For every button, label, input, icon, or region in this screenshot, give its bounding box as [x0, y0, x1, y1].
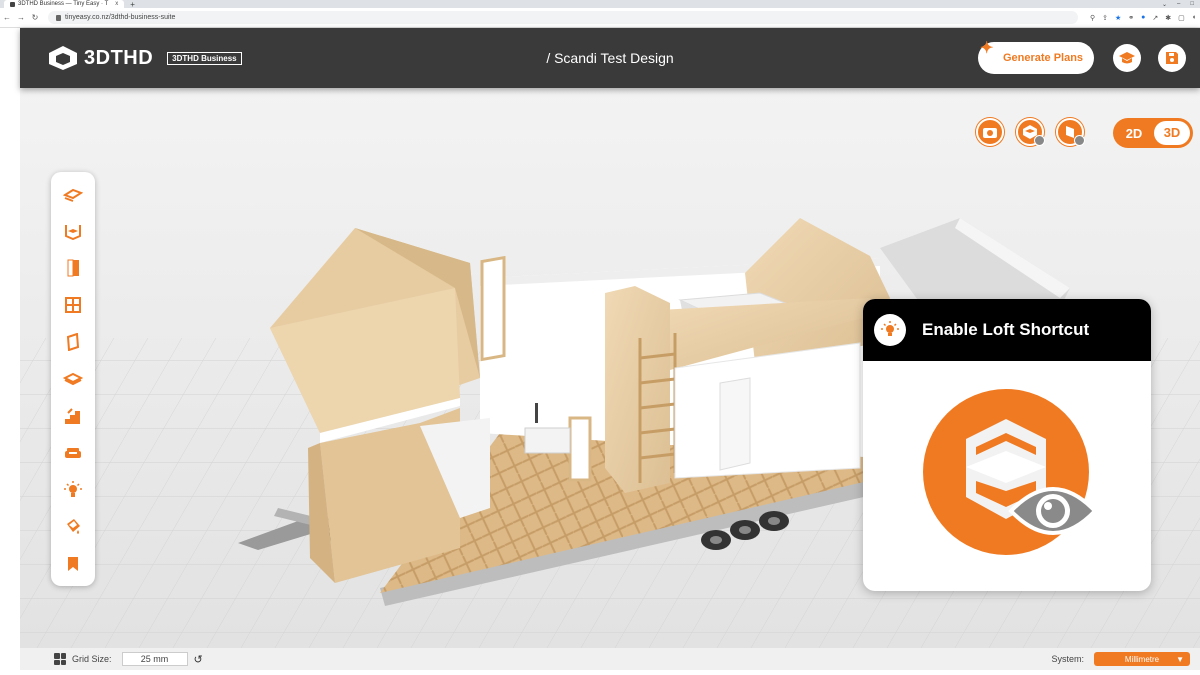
browser-tab-title: 3DTHD Business — Tiny Easy · T: [18, 1, 109, 7]
browser-tab-bar: 3DTHD Business — Tiny Easy · T x + ⌄ – □: [0, 0, 1200, 9]
eye-badge-icon: [1034, 135, 1045, 146]
light-icon: [64, 481, 82, 497]
wall-panel-tool[interactable]: [63, 332, 83, 352]
grid-size-input[interactable]: 25 mm: [121, 652, 188, 666]
zoom-icon[interactable]: ⚲: [1090, 14, 1095, 22]
browser-extensions: ⚲ ⇪ ★ ⚭ ● ↗ ✱ ▢ ◖: [1090, 14, 1196, 22]
save-button[interactable]: [1158, 44, 1186, 72]
left-toolbar: [51, 172, 95, 586]
close-tab-icon[interactable]: x: [115, 1, 118, 7]
loft-visibility-icon[interactable]: [923, 389, 1103, 559]
graduation-cap-icon: [1119, 52, 1135, 64]
favicon-icon: [10, 1, 15, 7]
cube-logo-icon: [49, 46, 77, 70]
profile-icon[interactable]: ◖: [1192, 14, 1196, 22]
extension-dot-icon[interactable]: ●: [1141, 14, 1145, 22]
url-field[interactable]: tinyeasy.co.nz/3dthd-business-suite: [48, 11, 1078, 24]
stairs-tool[interactable]: [63, 406, 83, 426]
camera-icon: [983, 128, 997, 138]
loft-tool[interactable]: [63, 369, 83, 389]
sink: [524, 427, 571, 454]
extension-icon[interactable]: ⚭: [1128, 14, 1134, 22]
room-icon: [65, 225, 81, 240]
tall-cabinet: [605, 286, 670, 493]
reset-icon[interactable]: ↺: [194, 653, 203, 666]
loft-card-header: Enable Loft Shortcut: [863, 299, 1151, 361]
view-mode-toggle[interactable]: 2D 3D: [1113, 118, 1193, 148]
glass-door-left: [480, 255, 506, 362]
caret-down-icon: ▼: [1176, 654, 1184, 664]
browser-tab[interactable]: 3DTHD Business — Tiny Easy · T x: [4, 0, 125, 8]
lightbulb-icon: [874, 314, 906, 346]
tutorials-button[interactable]: [1113, 44, 1141, 72]
view-tools: [976, 118, 1085, 146]
bookmark-icon: [68, 557, 78, 571]
paint-bucket-icon: [67, 519, 80, 534]
unit-system-select[interactable]: Millimetre ▼: [1094, 652, 1190, 666]
business-badge: 3DTHD Business: [167, 51, 242, 65]
lock-icon: [56, 14, 61, 21]
furniture-tool[interactable]: [63, 443, 83, 463]
stairs-icon: [65, 408, 80, 424]
minimize-icon[interactable]: –: [1177, 1, 1180, 8]
logo-text: 3DTHD: [84, 46, 154, 69]
chevron-down-icon[interactable]: ⌄: [1162, 1, 1167, 8]
floor-icon: [63, 188, 83, 202]
generate-plans-button[interactable]: ✦ Generate Plans: [978, 40, 1094, 74]
forward-icon[interactable]: →: [14, 13, 28, 22]
lighting-tool[interactable]: [63, 480, 83, 500]
sparkle-icon: ✦: [980, 40, 994, 57]
app-header: 3DTHD 3DTHD Business / Scandi Test Desig…: [20, 28, 1200, 88]
room-tool[interactable]: [63, 221, 83, 241]
sidebar-icon[interactable]: ▢: [1178, 14, 1185, 22]
pen-icon[interactable]: ↗: [1152, 14, 1158, 22]
wall-panel-icon: [66, 333, 80, 351]
maximize-icon[interactable]: □: [1190, 1, 1194, 8]
loft-card-title: Enable Loft Shortcut: [922, 320, 1090, 339]
puzzle-icon[interactable]: ✱: [1165, 14, 1171, 22]
loft-shortcut-card[interactable]: Enable Loft Shortcut: [863, 299, 1151, 591]
door-tool[interactable]: [63, 258, 83, 278]
system-label: System:: [1051, 654, 1084, 664]
floor-tool[interactable]: [63, 184, 83, 204]
window-tool[interactable]: [63, 295, 83, 315]
window-icon: [65, 297, 81, 313]
save-icon: [1166, 52, 1178, 64]
loft-icon: [63, 372, 83, 386]
browser-address-bar: ← → ↻ tinyeasy.co.nz/3dthd-business-suit…: [0, 8, 1200, 28]
window-controls: ⌄ – □: [1162, 1, 1194, 8]
eye-badge-icon: [1074, 135, 1085, 146]
share-icon[interactable]: ⇪: [1102, 14, 1108, 22]
sofa-icon: [65, 448, 81, 458]
grid-icon: [54, 653, 66, 665]
camera-button[interactable]: [976, 118, 1004, 146]
generate-plans-label: Generate Plans: [1002, 52, 1084, 64]
app-logo[interactable]: 3DTHD: [48, 45, 153, 71]
glass-door-right: [568, 416, 592, 482]
unit-system-value: Millimetre: [1124, 654, 1160, 664]
bookmark-tool[interactable]: [63, 554, 83, 574]
paint-tool[interactable]: [63, 517, 83, 537]
grid-size-label: Grid Size:: [72, 654, 112, 664]
status-footer: Grid Size: 25 mm ↺ System: Millimetre ▼: [20, 648, 1200, 670]
view-2d-option[interactable]: 2D: [1116, 126, 1152, 141]
loft-view-button[interactable]: [1016, 118, 1045, 146]
back-icon[interactable]: ←: [0, 13, 14, 22]
wall-view-button[interactable]: [1056, 118, 1085, 146]
view-3d-option[interactable]: 3D: [1154, 121, 1190, 145]
bookmark-star-icon[interactable]: ★: [1115, 14, 1121, 22]
bottom-strip: [0, 670, 1200, 675]
reload-icon[interactable]: ↻: [28, 13, 42, 22]
url-text: tinyeasy.co.nz/3dthd-business-suite: [65, 14, 176, 21]
door-icon: [67, 259, 79, 277]
